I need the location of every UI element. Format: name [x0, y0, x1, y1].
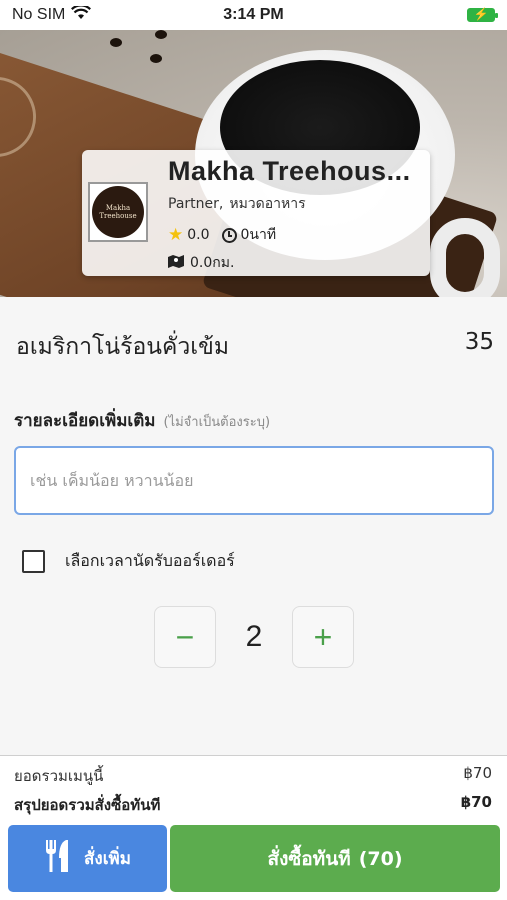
decrease-button[interactable]: −	[154, 606, 216, 668]
battery-icon: ⚡	[467, 7, 498, 22]
item-row: อเมริกาโน่ร้อนคั่วเข้ม 35	[16, 329, 494, 365]
order-total-value: ฿70	[460, 793, 492, 811]
schedule-pickup-row[interactable]: เลือกเวลานัดรับออร์เดอร์	[22, 549, 235, 574]
map-icon	[168, 254, 184, 272]
quantity-value: 2	[245, 620, 263, 653]
add-more-button[interactable]: สั่งเพิ่ม	[8, 825, 167, 892]
details-title: รายละเอียดเพิ่มเติม	[14, 411, 156, 431]
item-name: อเมริกาโน่ร้อนคั่วเข้ม	[16, 334, 230, 360]
shop-category: Partner, หมวดอาหาร	[168, 193, 306, 215]
shop-logo-image: Makha Treehouse	[92, 186, 144, 238]
shop-name: Makha Treehous...	[168, 156, 411, 186]
item-detail-section: อเมริกาโน่ร้อนคั่วเข้ม 35 รายละเอียดเพิ่…	[0, 297, 507, 755]
shop-rating: 0.0	[187, 227, 210, 243]
menu-total-value: ฿70	[463, 764, 492, 782]
shop-hero-image: Makha Treehouse Makha Treehous... Partne…	[0, 30, 507, 297]
shop-distance: 0.0กม.	[190, 255, 235, 271]
increase-button[interactable]: +	[292, 606, 354, 668]
shop-distance-row: 0.0กม.	[168, 252, 234, 274]
wifi-icon	[71, 3, 92, 25]
status-left: No SIM	[12, 3, 92, 25]
item-price: 35	[464, 329, 494, 355]
cup-handle	[430, 218, 500, 297]
shop-category-label: หมวดอาหาร	[229, 196, 306, 212]
coffee-bean	[150, 54, 162, 63]
order-total-row: สรุปยอดรวมสั่งซื้อทันที ฿70	[14, 793, 492, 817]
note-input[interactable]	[14, 446, 494, 515]
shop-logo: Makha Treehouse	[88, 182, 148, 242]
charging-icon: ⚡	[473, 7, 489, 21]
order-footer: ยอดรวมเมนูนี้ ฿70 สรุปยอดรวมสั่งซื้อทันท…	[0, 755, 507, 900]
shop-time: 0นาที	[240, 227, 277, 243]
order-item-screen: No SIM 3:14 PM ⚡ Makha Treehouse Makha T…	[0, 0, 507, 900]
schedule-checkbox[interactable]	[22, 550, 45, 573]
shop-info-card[interactable]: Makha Treehouse Makha Treehous... Partne…	[82, 150, 430, 276]
coffee-bean	[155, 30, 167, 39]
order-now-label: สั่งซื้อทันที	[267, 847, 351, 870]
order-now-amount: (70)	[358, 847, 403, 870]
shop-type: Partner,	[168, 196, 224, 212]
coffee-bean	[110, 38, 122, 47]
menu-total-row: ยอดรวมเมนูนี้ ฿70	[14, 764, 492, 788]
clock-icon	[221, 227, 237, 243]
board-logo	[0, 66, 47, 168]
schedule-label: เลือกเวลานัดรับออร์เดอร์	[65, 551, 235, 570]
order-now-button[interactable]: สั่งซื้อทันที (70)	[170, 825, 500, 892]
order-total-label: สรุปยอดรวมสั่งซื้อทันที	[14, 796, 161, 814]
details-label: รายละเอียดเพิ่มเติม (ไม่จำเป็นต้องระบุ)	[14, 407, 270, 434]
carrier-label: No SIM	[12, 6, 66, 23]
menu-total-label: ยอดรวมเมนูนี้	[14, 767, 104, 785]
add-more-label: สั่งเพิ่ม	[84, 849, 131, 869]
utensils-icon	[44, 839, 70, 878]
details-optional: (ไม่จำเป็นต้องระบุ)	[163, 415, 271, 430]
star-icon: ★	[168, 225, 184, 245]
quantity-stepper: − 2 +	[154, 606, 354, 668]
status-bar: No SIM 3:14 PM ⚡	[0, 0, 507, 30]
shop-stats: ★ 0.0 0นาที	[168, 224, 276, 246]
